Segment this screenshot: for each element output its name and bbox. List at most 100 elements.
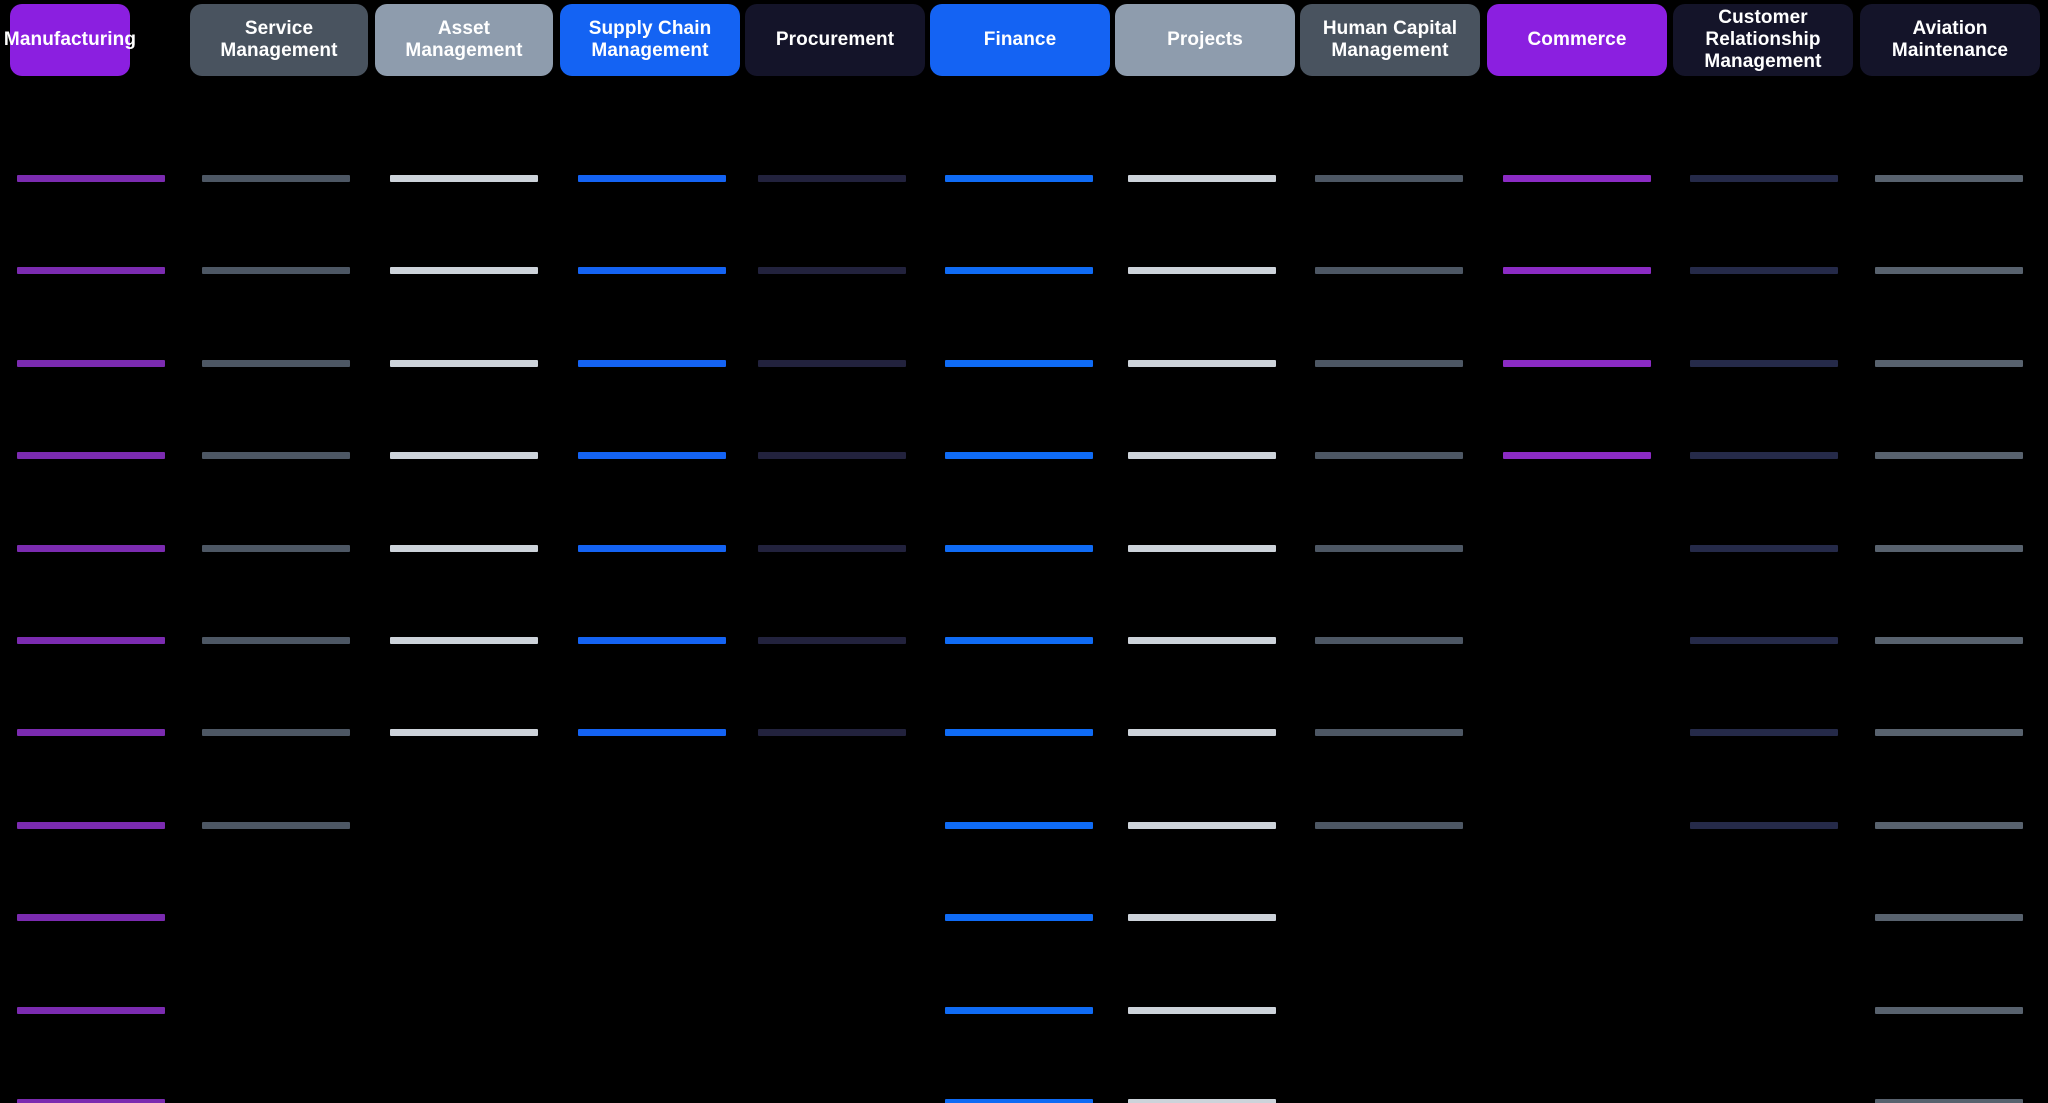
module-bar[interactable] — [1315, 267, 1463, 275]
module-bar[interactable] — [945, 1099, 1093, 1103]
module-bar[interactable] — [17, 267, 165, 275]
module-bar[interactable] — [17, 544, 165, 552]
module-bar[interactable] — [390, 359, 538, 367]
module-bar[interactable] — [202, 267, 350, 275]
tab-commerce[interactable]: Commerce — [1487, 4, 1667, 76]
tab-supply-chain-management[interactable]: Supply Chain Management — [560, 4, 740, 76]
tab-manufacturing[interactable]: Manufacturing — [4, 4, 136, 76]
module-bar[interactable] — [1875, 637, 2023, 644]
tab-procurement[interactable]: Procurement — [745, 4, 925, 76]
module-bar[interactable] — [1503, 359, 1651, 367]
module-bar[interactable] — [578, 175, 726, 182]
tab-service-management[interactable]: Service Management — [190, 4, 368, 76]
module-bar[interactable] — [17, 359, 165, 367]
module-bar[interactable] — [1128, 267, 1276, 275]
module-bar[interactable] — [17, 729, 165, 737]
module-bar[interactable] — [1875, 544, 2023, 552]
module-bar[interactable] — [1503, 175, 1651, 182]
module-bar[interactable] — [1503, 267, 1651, 275]
module-bar[interactable] — [1315, 175, 1463, 182]
module-bar[interactable] — [1128, 544, 1276, 552]
module-bar[interactable] — [945, 452, 1093, 460]
module-bar[interactable] — [1690, 637, 1838, 644]
tab-finance[interactable]: Finance — [930, 4, 1110, 76]
module-bar[interactable] — [1690, 267, 1838, 275]
module-bar[interactable] — [578, 452, 726, 460]
module-bar[interactable] — [17, 1099, 165, 1103]
module-bar[interactable] — [578, 267, 726, 275]
module-bar[interactable] — [758, 729, 906, 737]
module-bar[interactable] — [17, 452, 165, 460]
module-bar[interactable] — [202, 821, 350, 829]
module-bar[interactable] — [202, 359, 350, 367]
module-bar[interactable] — [945, 821, 1093, 829]
module-bar[interactable] — [17, 1006, 165, 1014]
module-bar[interactable] — [758, 267, 906, 275]
module-bar[interactable] — [1315, 452, 1463, 460]
module-bar[interactable] — [390, 452, 538, 460]
module-bar[interactable] — [1128, 729, 1276, 737]
tab-aviation-maintenance[interactable]: Aviation Maintenance — [1860, 4, 2040, 76]
module-bar[interactable] — [758, 452, 906, 460]
module-bar[interactable] — [758, 637, 906, 644]
module-bar[interactable] — [1315, 544, 1463, 552]
module-bar[interactable] — [1875, 175, 2023, 182]
module-bar[interactable] — [1875, 452, 2023, 460]
module-bar[interactable] — [1315, 729, 1463, 737]
module-bar[interactable] — [17, 175, 165, 182]
module-bar[interactable] — [1128, 452, 1276, 460]
module-bar[interactable] — [1690, 175, 1838, 182]
module-bar[interactable] — [390, 637, 538, 644]
module-bar[interactable] — [1690, 359, 1838, 367]
module-bar[interactable] — [202, 175, 350, 182]
tab-asset-management[interactable]: Asset Management — [375, 4, 553, 76]
module-bar[interactable] — [1128, 914, 1276, 922]
module-bar[interactable] — [578, 359, 726, 367]
module-bar[interactable] — [1690, 821, 1838, 829]
module-bar[interactable] — [202, 637, 350, 644]
module-bar[interactable] — [1315, 637, 1463, 644]
module-bar[interactable] — [758, 544, 906, 552]
module-bar[interactable] — [390, 544, 538, 552]
module-bar[interactable] — [1875, 359, 2023, 367]
module-bar[interactable] — [1690, 729, 1838, 737]
module-bar[interactable] — [945, 914, 1093, 922]
module-bar[interactable] — [945, 1006, 1093, 1014]
module-bar[interactable] — [1315, 359, 1463, 367]
module-bar[interactable] — [1690, 452, 1838, 460]
module-bar[interactable] — [1875, 267, 2023, 275]
module-bar[interactable] — [945, 544, 1093, 552]
module-bar[interactable] — [1875, 729, 2023, 737]
module-bar[interactable] — [17, 637, 165, 644]
module-bar[interactable] — [390, 175, 538, 182]
module-bar[interactable] — [390, 267, 538, 275]
tab-human-capital-management[interactable]: Human Capital Management — [1300, 4, 1480, 76]
module-bar[interactable] — [578, 729, 726, 737]
module-bar[interactable] — [1875, 1099, 2023, 1103]
module-bar[interactable] — [1690, 544, 1838, 552]
module-bar[interactable] — [758, 359, 906, 367]
module-bar[interactable] — [1875, 821, 2023, 829]
module-bar[interactable] — [17, 821, 165, 829]
module-bar[interactable] — [202, 452, 350, 460]
module-bar[interactable] — [1128, 1006, 1276, 1014]
module-bar[interactable] — [578, 637, 726, 644]
module-bar[interactable] — [1128, 1099, 1276, 1103]
module-bar[interactable] — [945, 267, 1093, 275]
module-bar[interactable] — [1875, 1006, 2023, 1014]
module-bar[interactable] — [945, 729, 1093, 737]
module-bar[interactable] — [390, 729, 538, 737]
tab-customer-relationship-management[interactable]: Customer Relationship Management — [1673, 4, 1853, 76]
module-bar[interactable] — [945, 175, 1093, 182]
module-bar[interactable] — [1875, 914, 2023, 922]
module-bar[interactable] — [202, 729, 350, 737]
module-bar[interactable] — [945, 359, 1093, 367]
tab-projects[interactable]: Projects — [1115, 4, 1295, 76]
module-bar[interactable] — [1128, 175, 1276, 182]
module-bar[interactable] — [578, 544, 726, 552]
module-bar[interactable] — [1128, 359, 1276, 367]
module-bar[interactable] — [1128, 821, 1276, 829]
module-bar[interactable] — [1315, 821, 1463, 829]
module-bar[interactable] — [1503, 452, 1651, 460]
module-bar[interactable] — [1128, 637, 1276, 644]
